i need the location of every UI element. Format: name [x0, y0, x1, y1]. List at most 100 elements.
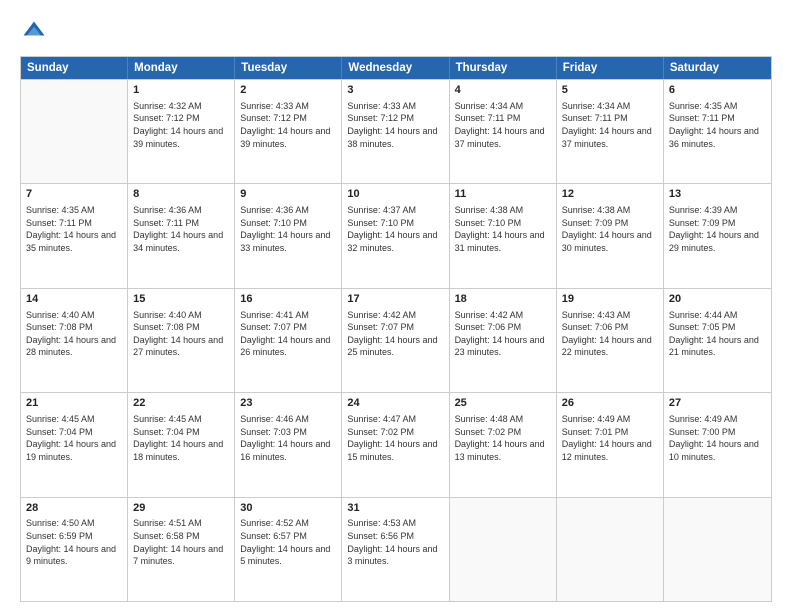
calendar-day-21: 21 Sunrise: 4:45 AM Sunset: 7:04 PM Dayli… [21, 393, 128, 496]
day-number: 7 [26, 187, 122, 202]
day-number: 31 [347, 501, 443, 516]
day-info: Sunrise: 4:45 AM Sunset: 7:04 PM Dayligh… [26, 413, 122, 463]
header-cell-monday: Monday [128, 57, 235, 79]
calendar-day-8: 8 Sunrise: 4:36 AM Sunset: 7:11 PM Daylig… [128, 184, 235, 287]
calendar-day-3: 3Sunrise: 4:33 AM Sunset: 7:12 PM Daylig… [342, 80, 449, 183]
day-info: Sunrise: 4:38 AM Sunset: 7:10 PM Dayligh… [455, 204, 551, 254]
day-number: 15 [133, 292, 229, 307]
calendar-day-25: 25 Sunrise: 4:48 AM Sunset: 7:02 PM Dayli… [450, 393, 557, 496]
header-cell-thursday: Thursday [450, 57, 557, 79]
day-number: 17 [347, 292, 443, 307]
calendar-day-9: 9Sunrise: 4:36 AM Sunset: 7:10 PM Daylig… [235, 184, 342, 287]
day-info: Sunrise: 4:34 AM Sunset: 7:11 PM Dayligh… [562, 100, 658, 150]
calendar-empty-cell [664, 498, 771, 601]
day-info: Sunrise: 4:33 AM Sunset: 7:12 PM Dayligh… [347, 100, 443, 150]
day-number: 25 [455, 396, 551, 411]
calendar-day-2: 2 Sunrise: 4:33 AM Sunset: 7:12 PM Daylig… [235, 80, 342, 183]
day-number: 19 [562, 292, 658, 307]
day-info: Sunrise: 4:45 AM Sunset: 7:04 PM Dayligh… [133, 413, 229, 463]
day-info: Sunrise: 4:49 AM Sunset: 7:00 PM Dayligh… [669, 413, 766, 463]
calendar-day-23: 23Sunrise: 4:46 AM Sunset: 7:03 PM Dayli… [235, 393, 342, 496]
day-number: 13 [669, 187, 766, 202]
day-info: Sunrise: 4:46 AM Sunset: 7:03 PM Dayligh… [240, 413, 336, 463]
calendar-empty-cell [450, 498, 557, 601]
day-info: Sunrise: 4:44 AM Sunset: 7:05 PM Dayligh… [669, 309, 766, 359]
day-number: 11 [455, 187, 551, 202]
day-info: Sunrise: 4:35 AM Sunset: 7:11 PM Dayligh… [26, 204, 122, 254]
day-number: 4 [455, 83, 551, 98]
header-cell-friday: Friday [557, 57, 664, 79]
day-info: Sunrise: 4:36 AM Sunset: 7:10 PM Dayligh… [240, 204, 336, 254]
day-info: Sunrise: 4:39 AM Sunset: 7:09 PM Dayligh… [669, 204, 766, 254]
calendar-empty-cell [21, 80, 128, 183]
calendar-day-22: 22 Sunrise: 4:45 AM Sunset: 7:04 PM Dayli… [128, 393, 235, 496]
day-info: Sunrise: 4:47 AM Sunset: 7:02 PM Dayligh… [347, 413, 443, 463]
calendar-day-1: 1 Sunrise: 4:32 AM Sunset: 7:12 PM Daylig… [128, 80, 235, 183]
day-info: Sunrise: 4:32 AM Sunset: 7:12 PM Dayligh… [133, 100, 229, 150]
day-number: 28 [26, 501, 122, 516]
day-number: 26 [562, 396, 658, 411]
day-info: Sunrise: 4:40 AM Sunset: 7:08 PM Dayligh… [26, 309, 122, 359]
day-number: 6 [669, 83, 766, 98]
day-number: 27 [669, 396, 766, 411]
calendar-day-14: 14 Sunrise: 4:40 AM Sunset: 7:08 PM Dayli… [21, 289, 128, 392]
calendar-week-1: 1 Sunrise: 4:32 AM Sunset: 7:12 PM Daylig… [21, 79, 771, 183]
day-number: 22 [133, 396, 229, 411]
day-number: 5 [562, 83, 658, 98]
day-info: Sunrise: 4:42 AM Sunset: 7:07 PM Dayligh… [347, 309, 443, 359]
calendar-day-30: 30Sunrise: 4:52 AM Sunset: 6:57 PM Dayli… [235, 498, 342, 601]
calendar-day-31: 31Sunrise: 4:53 AM Sunset: 6:56 PM Dayli… [342, 498, 449, 601]
day-info: Sunrise: 4:38 AM Sunset: 7:09 PM Dayligh… [562, 204, 658, 254]
day-number: 1 [133, 83, 229, 98]
day-info: Sunrise: 4:53 AM Sunset: 6:56 PM Dayligh… [347, 517, 443, 567]
calendar-week-2: 7 Sunrise: 4:35 AM Sunset: 7:11 PM Daylig… [21, 183, 771, 287]
calendar-day-13: 13 Sunrise: 4:39 AM Sunset: 7:09 PM Dayli… [664, 184, 771, 287]
day-number: 12 [562, 187, 658, 202]
day-info: Sunrise: 4:48 AM Sunset: 7:02 PM Dayligh… [455, 413, 551, 463]
calendar-body: 1 Sunrise: 4:32 AM Sunset: 7:12 PM Daylig… [21, 79, 771, 601]
calendar-week-4: 21 Sunrise: 4:45 AM Sunset: 7:04 PM Dayli… [21, 392, 771, 496]
day-info: Sunrise: 4:49 AM Sunset: 7:01 PM Dayligh… [562, 413, 658, 463]
day-info: Sunrise: 4:42 AM Sunset: 7:06 PM Dayligh… [455, 309, 551, 359]
day-number: 24 [347, 396, 443, 411]
header-cell-sunday: Sunday [21, 57, 128, 79]
day-info: Sunrise: 4:41 AM Sunset: 7:07 PM Dayligh… [240, 309, 336, 359]
day-number: 18 [455, 292, 551, 307]
day-info: Sunrise: 4:36 AM Sunset: 7:11 PM Dayligh… [133, 204, 229, 254]
day-number: 8 [133, 187, 229, 202]
day-number: 14 [26, 292, 122, 307]
day-number: 2 [240, 83, 336, 98]
calendar-day-18: 18 Sunrise: 4:42 AM Sunset: 7:06 PM Dayli… [450, 289, 557, 392]
day-number: 16 [240, 292, 336, 307]
day-info: Sunrise: 4:43 AM Sunset: 7:06 PM Dayligh… [562, 309, 658, 359]
calendar-day-29: 29Sunrise: 4:51 AM Sunset: 6:58 PM Dayli… [128, 498, 235, 601]
calendar-day-19: 19 Sunrise: 4:43 AM Sunset: 7:06 PM Dayli… [557, 289, 664, 392]
calendar: SundayMondayTuesdayWednesdayThursdayFrid… [20, 56, 772, 602]
day-number: 10 [347, 187, 443, 202]
day-info: Sunrise: 4:37 AM Sunset: 7:10 PM Dayligh… [347, 204, 443, 254]
day-number: 20 [669, 292, 766, 307]
calendar-empty-cell [557, 498, 664, 601]
header-cell-saturday: Saturday [664, 57, 771, 79]
calendar-week-3: 14 Sunrise: 4:40 AM Sunset: 7:08 PM Dayli… [21, 288, 771, 392]
calendar-day-16: 16 Sunrise: 4:41 AM Sunset: 7:07 PM Dayli… [235, 289, 342, 392]
calendar-day-24: 24 Sunrise: 4:47 AM Sunset: 7:02 PM Dayli… [342, 393, 449, 496]
logo [20, 18, 52, 46]
calendar-day-26: 26 Sunrise: 4:49 AM Sunset: 7:01 PM Dayli… [557, 393, 664, 496]
day-info: Sunrise: 4:35 AM Sunset: 7:11 PM Dayligh… [669, 100, 766, 150]
page: SundayMondayTuesdayWednesdayThursdayFrid… [0, 0, 792, 612]
day-info: Sunrise: 4:33 AM Sunset: 7:12 PM Dayligh… [240, 100, 336, 150]
day-number: 29 [133, 501, 229, 516]
calendar-day-10: 10 Sunrise: 4:37 AM Sunset: 7:10 PM Dayli… [342, 184, 449, 287]
header [20, 18, 772, 46]
calendar-day-6: 6 Sunrise: 4:35 AM Sunset: 7:11 PM Daylig… [664, 80, 771, 183]
calendar-day-17: 17 Sunrise: 4:42 AM Sunset: 7:07 PM Dayli… [342, 289, 449, 392]
day-number: 21 [26, 396, 122, 411]
header-cell-tuesday: Tuesday [235, 57, 342, 79]
day-info: Sunrise: 4:40 AM Sunset: 7:08 PM Dayligh… [133, 309, 229, 359]
calendar-day-5: 5 Sunrise: 4:34 AM Sunset: 7:11 PM Daylig… [557, 80, 664, 183]
day-info: Sunrise: 4:34 AM Sunset: 7:11 PM Dayligh… [455, 100, 551, 150]
calendar-day-27: 27 Sunrise: 4:49 AM Sunset: 7:00 PM Dayli… [664, 393, 771, 496]
calendar-day-7: 7 Sunrise: 4:35 AM Sunset: 7:11 PM Daylig… [21, 184, 128, 287]
calendar-week-5: 28Sunrise: 4:50 AM Sunset: 6:59 PM Dayli… [21, 497, 771, 601]
